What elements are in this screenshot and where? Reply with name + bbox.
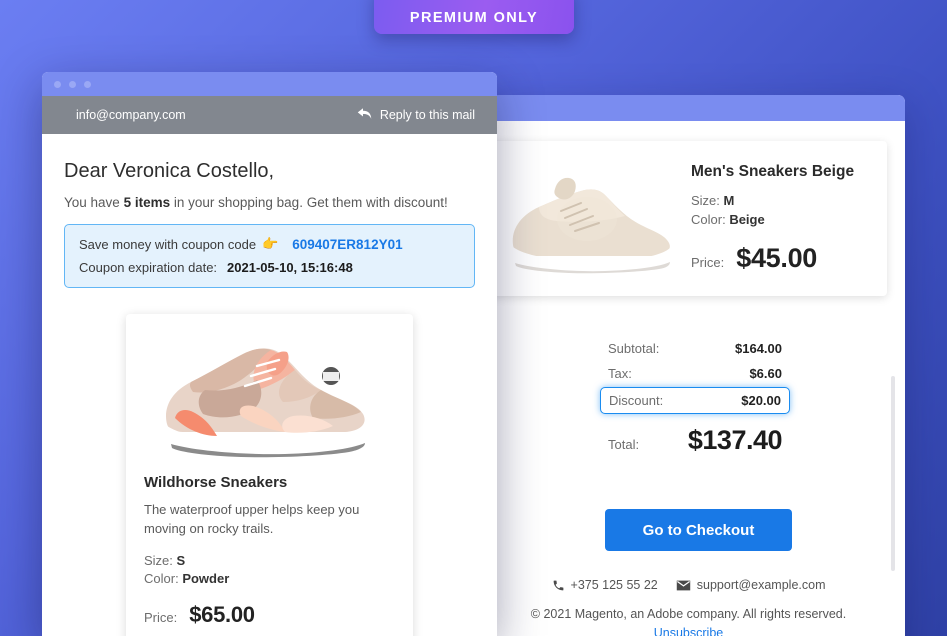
coupon-expiration-label: Coupon expiration date:: [79, 260, 218, 275]
product-row-price: Price: $45.00: [691, 243, 854, 274]
featured-product-color: Color: Powder: [144, 571, 395, 586]
intro-suffix: in your shopping bag. Get them with disc…: [170, 195, 448, 210]
reply-label: Reply to this mail: [379, 108, 475, 122]
scrollbar-track[interactable]: [891, 376, 895, 571]
background-card-body: Men's Sneakers Beige Size: M Color: Beig…: [490, 121, 905, 636]
sender-address: info@company.com: [76, 108, 186, 122]
letter-body: Dear Veronica Costello, You have 5 items…: [42, 134, 497, 636]
background-email-card: Men's Sneakers Beige Size: M Color: Beig…: [490, 95, 905, 636]
pink-sneaker-photo: [144, 330, 395, 460]
foreground-email-card: info@company.com Reply to this mail Dear…: [42, 72, 497, 636]
premium-badge-label: PREMIUM ONLY: [409, 10, 539, 26]
phone-number: +375 125 55 22: [570, 578, 658, 592]
pointing-hand-icon: 👉: [262, 236, 279, 251]
reply-to-mail-button[interactable]: Reply to this mail: [357, 107, 475, 123]
window-dot-minimize[interactable]: [69, 80, 76, 88]
product-row-info: Men's Sneakers Beige Size: M Color: Beig…: [685, 163, 854, 274]
coupon-expiration-line: Coupon expiration date: 2021-05-10, 15:1…: [79, 260, 460, 275]
order-totals: Subtotal: $164.00 Tax: $6.60 Discount: $…: [600, 336, 790, 456]
intro-item-count: 5 items: [123, 195, 171, 210]
support-email: support@example.com: [696, 578, 826, 592]
intro-text: You have 5 items in your shopping bag. G…: [64, 195, 475, 210]
discount-label: Discount:: [609, 393, 664, 408]
footer-email[interactable]: support@example.com: [676, 578, 826, 592]
color-label: Color:: [691, 212, 726, 227]
product-row-title: Men's Sneakers Beige: [691, 163, 855, 180]
size-label: Size:: [691, 193, 720, 208]
premium-only-badge: PREMIUM ONLY: [374, 0, 574, 34]
coupon-code-value[interactable]: 609407ER812Y01: [292, 237, 402, 252]
totals-tax-row: Tax: $6.60: [600, 361, 790, 386]
phone-icon: [552, 579, 565, 592]
subtotal-value: $164.00: [735, 341, 782, 356]
coupon-expiration-value: 2021-05-10, 15:16:48: [227, 260, 353, 275]
featured-product-card[interactable]: Wildhorse Sneakers The waterproof upper …: [126, 314, 413, 636]
unsubscribe-link[interactable]: Unsubscribe: [490, 626, 887, 636]
size-value: M: [723, 193, 735, 208]
coupon-box: Save money with coupon code 👉 609407ER81…: [64, 224, 475, 288]
total-value: $137.40: [687, 425, 783, 455]
discount-value: $20.00: [741, 393, 781, 408]
footer-phone[interactable]: +375 125 55 22: [552, 578, 658, 592]
featured-product-price: Price: $65.00: [144, 602, 395, 628]
color-label: Color:: [144, 570, 179, 586]
price-label: Price:: [691, 255, 725, 270]
total-label: Total:: [608, 437, 640, 452]
background-card-titlebar: [490, 95, 905, 121]
price-label: Price:: [144, 609, 178, 625]
tax-label: Tax:: [608, 366, 632, 381]
coupon-prompt: Save money with coupon code: [79, 236, 257, 252]
window-dot-close[interactable]: [54, 80, 61, 88]
totals-subtotal-row: Subtotal: $164.00: [600, 336, 790, 361]
totals-grand-row: Total: $137.40: [600, 415, 790, 456]
greeting-text: Dear Veronica Costello,: [64, 160, 275, 182]
price-value: $45.00: [736, 243, 818, 273]
window-titlebar: [42, 72, 497, 96]
coupon-code-line: Save money with coupon code 👉 609407ER81…: [79, 236, 460, 252]
size-label: Size:: [144, 552, 173, 568]
footer-contacts: +375 125 55 22 support@example.com: [490, 578, 887, 592]
product-row-size: Size: M: [691, 193, 854, 208]
size-value: S: [176, 552, 186, 568]
reply-arrow-icon: [357, 107, 372, 123]
featured-product-size: Size: S: [144, 553, 395, 568]
beige-sneaker-photo: [490, 144, 685, 294]
totals-discount-row[interactable]: Discount: $20.00: [600, 387, 790, 414]
color-value: Beige: [729, 212, 765, 227]
tax-value: $6.60: [749, 366, 782, 381]
price-value: $65.00: [189, 601, 255, 627]
mail-header-bar: info@company.com Reply to this mail: [42, 96, 497, 134]
go-to-checkout-button[interactable]: Go to Checkout: [605, 509, 792, 551]
copyright-text: © 2021 Magento, an Adobe company. All ri…: [530, 607, 847, 621]
color-value: Powder: [182, 570, 230, 586]
product-row-color: Color: Beige: [691, 212, 854, 227]
featured-product-description: The waterproof upper helps keep you movi…: [144, 502, 360, 536]
intro-prefix: You have: [64, 195, 124, 210]
window-dot-maximize[interactable]: [84, 80, 91, 88]
featured-product-title: Wildhorse Sneakers: [144, 474, 288, 491]
product-row-item[interactable]: Men's Sneakers Beige Size: M Color: Beig…: [490, 141, 887, 296]
subtotal-label: Subtotal:: [608, 341, 660, 356]
envelope-icon: [676, 580, 691, 591]
